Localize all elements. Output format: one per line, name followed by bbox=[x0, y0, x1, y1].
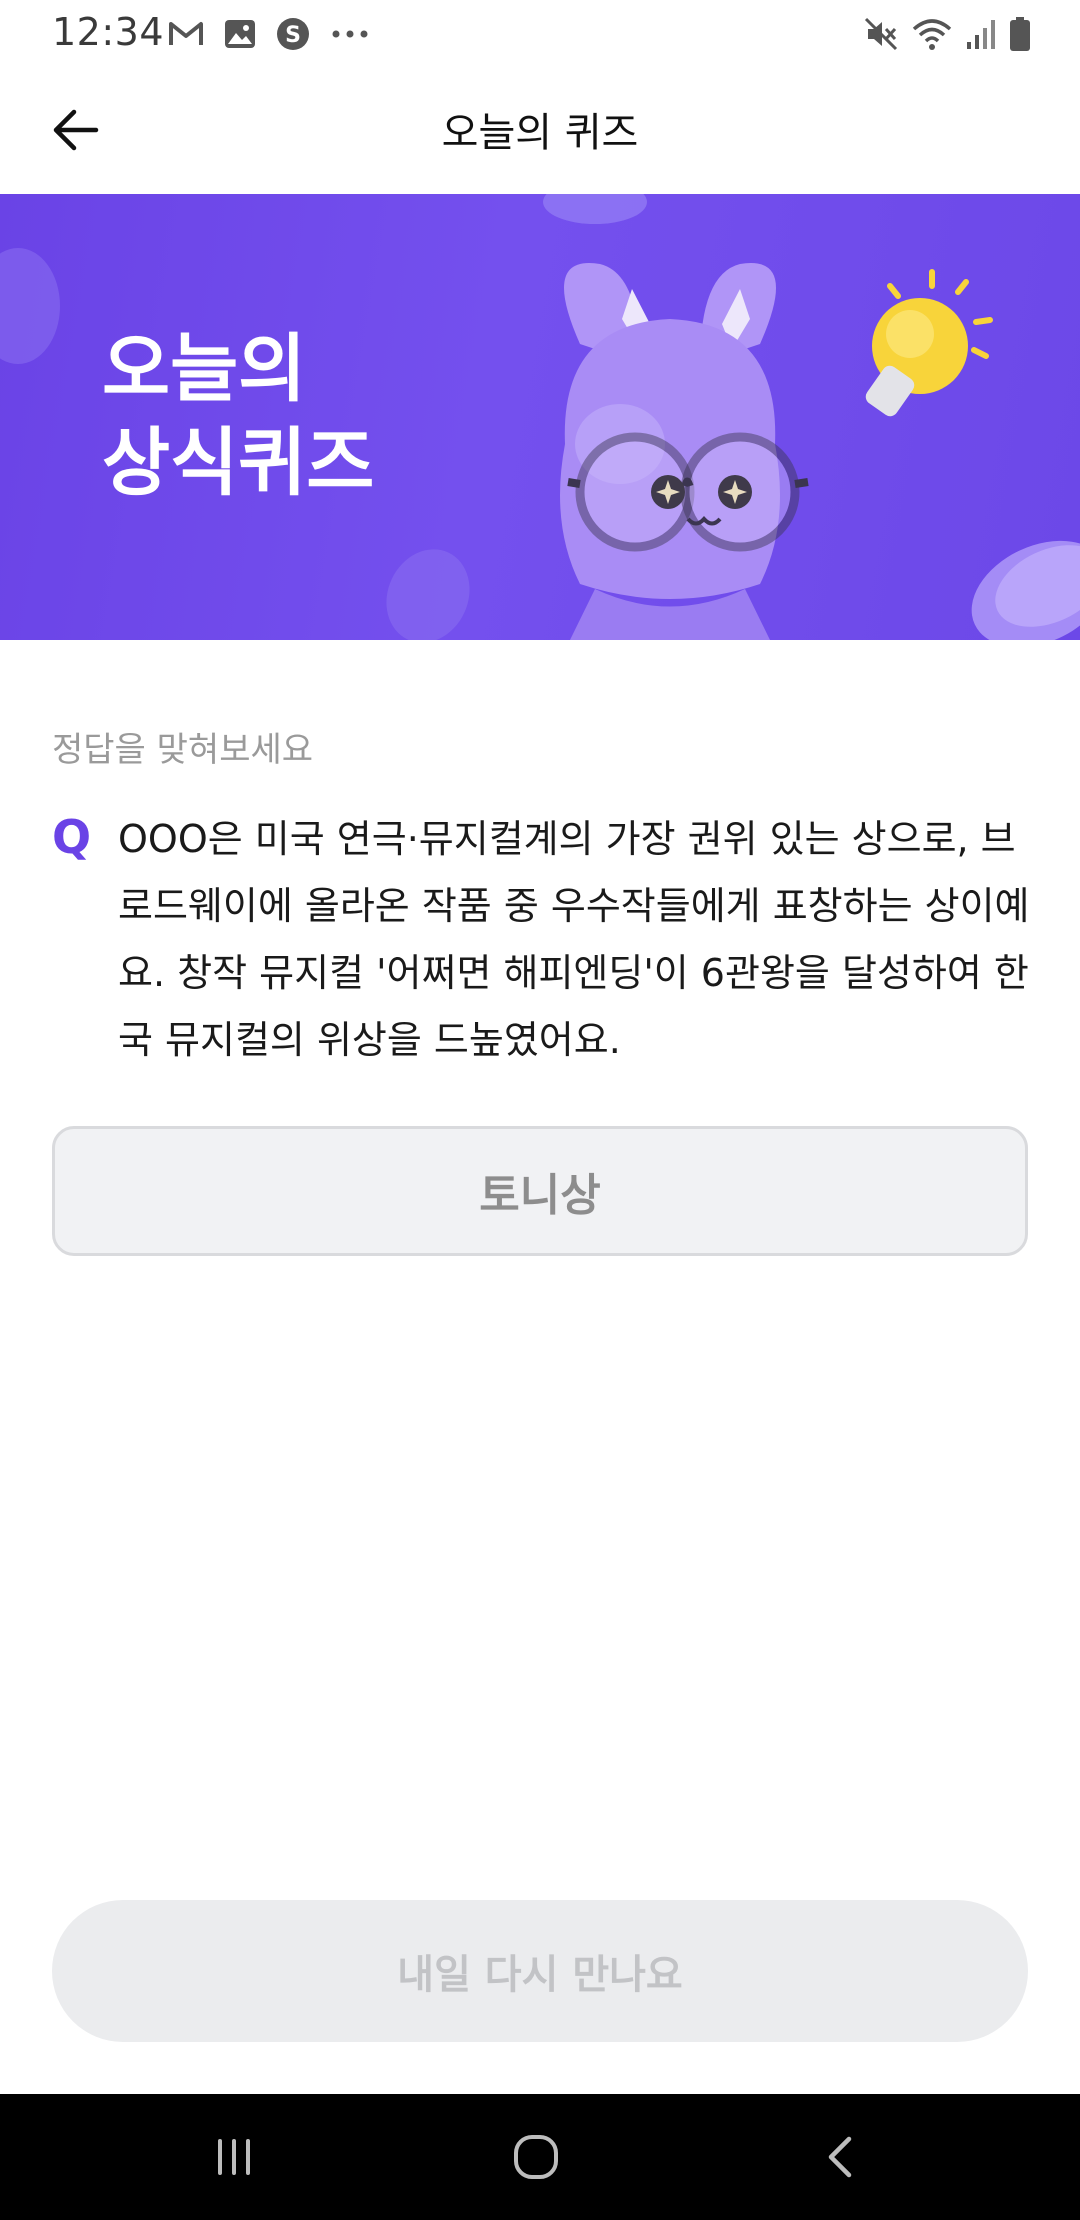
home-button[interactable] bbox=[496, 2124, 576, 2190]
svg-text:S: S bbox=[285, 23, 301, 48]
back-icon bbox=[828, 2136, 852, 2178]
status-left-icons: S bbox=[168, 14, 370, 54]
page-title: 오늘의 퀴즈 bbox=[441, 110, 639, 156]
answer-box: 토니상 bbox=[52, 1126, 1028, 1256]
quiz-banner: 오늘의 상식퀴즈 bbox=[0, 194, 1080, 640]
home-icon bbox=[514, 2135, 558, 2179]
status-right-icons bbox=[864, 14, 1030, 54]
gallery-icon bbox=[225, 20, 255, 48]
wifi-icon bbox=[912, 19, 952, 50]
recent-apps-icon bbox=[218, 2139, 250, 2175]
status-time: 12:34 bbox=[52, 10, 165, 54]
battery-icon bbox=[1010, 17, 1030, 51]
banner-title-line2: 상식퀴즈 bbox=[102, 420, 375, 506]
question-mark-label: Q bbox=[52, 810, 92, 864]
system-nav-bar bbox=[0, 2094, 1080, 2220]
answer-text: 토니상 bbox=[479, 1170, 601, 1221]
s-app-icon: S bbox=[277, 18, 309, 50]
mute-icon bbox=[864, 17, 898, 51]
recent-apps-button[interactable] bbox=[194, 2124, 274, 2190]
see-you-tomorrow-button[interactable]: 내일 다시 만나요 bbox=[52, 1900, 1028, 2042]
signal-icon bbox=[967, 20, 995, 49]
more-dots-icon bbox=[332, 30, 368, 38]
system-back-button[interactable] bbox=[800, 2124, 880, 2190]
status-bar: 12:34 S bbox=[0, 0, 1080, 66]
question-text: OOO은 미국 연극·뮤지컬계의 가장 권위 있는 상으로, 브로드웨이에 올라… bbox=[118, 817, 1030, 1062]
app-bar: 오늘의 퀴즈 bbox=[0, 66, 1080, 194]
banner-title-line1: 오늘의 bbox=[102, 326, 307, 412]
gmail-icon bbox=[169, 22, 203, 45]
quiz-hint: 정답을 맞혀보세요 bbox=[52, 730, 314, 770]
see-you-tomorrow-label: 내일 다시 만나요 bbox=[397, 1952, 683, 1998]
banner-title: 오늘의 상식퀴즈 bbox=[102, 322, 374, 510]
